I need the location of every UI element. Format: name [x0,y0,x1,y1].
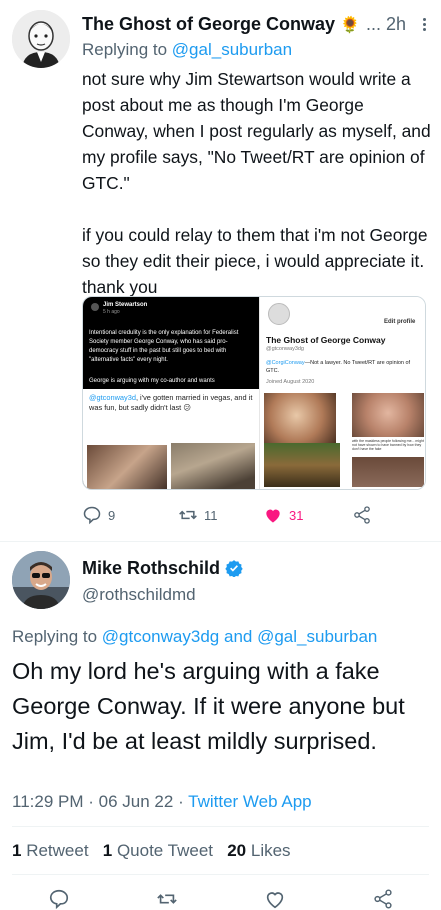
retweet-count: 1 [12,841,22,860]
profile-handle: @gtconway3dg [266,346,304,352]
profile-photo-icon [12,551,70,609]
tweet-time[interactable]: 11:29 PM [12,792,84,811]
retweets-stat[interactable]: 1 Retweet [12,841,89,860]
photo-face-2 [352,393,424,437]
display-name[interactable]: The Ghost of George Conway 🌻 [82,14,360,35]
like-label: Likes [250,841,291,860]
profile-caption: with the maskless people following me...… [352,439,424,451]
replying-to-handle-1[interactable]: @gtconway3dg [102,627,219,646]
quotes-stat[interactable]: 1 Quote Tweet [103,841,213,860]
reply-button[interactable]: 9 [82,505,115,525]
like-count: 20 [227,841,247,860]
tweet-time[interactable]: ... 2h [366,14,406,35]
avatar[interactable] [12,551,70,609]
quote-count: 1 [102,841,113,860]
tweet-date[interactable]: 06 Jun 22 [99,792,174,811]
retweet-button[interactable]: 11 [178,505,218,525]
heart-icon[interactable] [264,888,286,910]
display-name-text: Mike Rothschild [82,558,221,578]
ellipsis: ... [366,14,382,34]
replying-to-and: and [223,627,253,646]
retweet-label: Retweet [26,841,89,860]
tweet-actions [0,888,441,910]
tweet-text: not sure why Jim Stewartson would write … [82,69,431,297]
quote-label: Quote Tweet [116,841,214,860]
profile-bio: @CorgiConway—Not a lawyer. No Tweet/RT a… [266,359,422,375]
separator: · [178,792,189,811]
profile-name: The Ghost of George Conway [266,335,386,345]
replying-to-handle-2[interactable]: @gal_suburban [257,627,377,646]
replying-to: Replying to @gtconway3dg and @gal_suburb… [12,627,377,647]
share-icon[interactable] [372,888,394,910]
separator: · [88,792,99,811]
share-icon [354,506,370,524]
author-avatar-icon [91,303,99,311]
more-options-icon[interactable] [421,16,427,36]
tweet-media[interactable]: Jim Stewartson 5 h ago Intentional credu… [82,296,426,490]
replying-to: Replying to @gal_suburban [82,40,292,60]
display-name[interactable]: Mike Rothschild [82,558,243,579]
divider [12,826,429,827]
tweet-source[interactable]: Twitter Web App [188,792,311,811]
share-button[interactable] [352,505,378,525]
photo-4 [352,457,424,487]
avatar[interactable] [12,10,70,68]
profile-avatar-icon [268,303,290,325]
profile-joined: Joined August 2020 [266,379,315,385]
user-handle[interactable]: @rothschildmd [82,585,196,605]
replying-to-prefix: Replying to [12,627,98,646]
tweet-text: Oh my lord he's arguing with a fake Geor… [12,658,405,754]
replying-to-handle[interactable]: @gal_suburban [172,40,292,59]
tweet-actions: 9 11 31 [82,505,426,529]
profile-bio-handle: @CorgiConway [266,360,305,366]
display-name-text: The Ghost of George Conway [82,14,336,34]
photo-creature [264,443,340,487]
ghost-portrait-icon [12,10,70,68]
verified-badge-icon [225,560,243,578]
media-screenshot-right: Edit profile The Ghost of George Conway … [259,297,425,489]
reply-icon [83,506,101,525]
retweet-icon[interactable] [156,888,178,910]
media-reply: @gtconway3d, i've gotten married in vega… [89,393,253,413]
tweet-metadata: 11:29 PM · 06 Jun 22 · Twitter Web App [12,792,312,812]
media-screenshot-left: Jim Stewartson 5 h ago Intentional credu… [83,297,259,489]
edit-profile-button: Edit profile [384,319,416,325]
retweet-count: 11 [204,507,218,523]
reply-count: 9 [108,507,116,523]
divider [0,541,441,542]
divider [12,874,429,875]
media-time: 5 h ago [103,309,120,315]
photo-woman [87,445,167,489]
media-text-1: Intentional credulity is the only explan… [89,330,239,363]
tweet-stats: 1 Retweet 1 Quote Tweet 20 Likes [12,841,291,861]
heart-filled-icon [266,509,280,523]
like-count: 31 [289,507,304,523]
photo-group [171,443,255,489]
likes-stat[interactable]: 20 Likes [227,841,290,860]
replying-to-prefix: Replying to [82,40,168,59]
sunflower-icon: 🌻 [340,17,360,34]
media-reply-card: @gtconway3d, i've gotten married in vega… [83,389,259,489]
like-button[interactable]: 31 [263,505,303,525]
media-reply-handle: @gtconway3d [89,393,136,402]
retweet-icon [179,510,197,520]
media-text-2: George is arguing with my co-author and … [89,378,215,384]
tweet-time-text: 2h [386,14,407,34]
reply-icon[interactable] [48,888,70,910]
photo-face-1 [264,393,336,449]
